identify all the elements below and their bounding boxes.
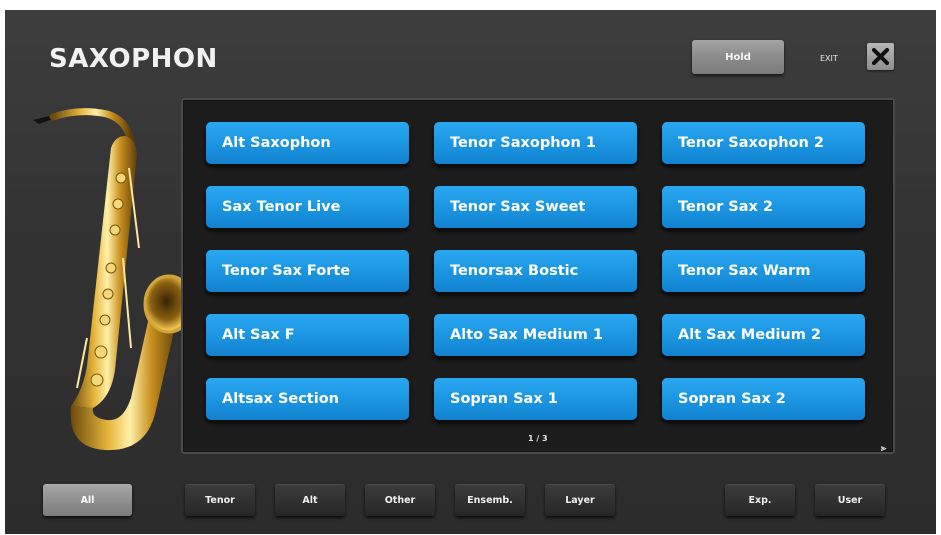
saxophone-illustration xyxy=(33,108,195,451)
category-other-button[interactable]: Other xyxy=(365,484,435,516)
expansion-button[interactable]: Exp. xyxy=(725,484,795,516)
voice-select-screen: SAXOPHON Hold EXIT Alt Saxophon Tenor Sa… xyxy=(5,10,936,534)
voice-button[interactable]: Tenor Saxophon 2 xyxy=(662,122,865,164)
voice-button[interactable]: Alt Sax Medium 2 xyxy=(662,314,865,356)
exit-label: EXIT xyxy=(820,54,838,63)
voice-button[interactable]: Tenor Sax Forte xyxy=(206,250,409,292)
next-page-icon[interactable]: ⪢ xyxy=(881,444,886,454)
category-all-button[interactable]: All xyxy=(43,484,132,516)
voice-button[interactable]: Tenor Sax Warm xyxy=(662,250,865,292)
page-title: SAXOPHON xyxy=(49,44,218,74)
voice-button[interactable]: Tenor Saxophon 1 xyxy=(434,122,637,164)
voice-button[interactable]: Sax Tenor Live xyxy=(206,186,409,228)
page-indicator: 1 / 3 xyxy=(528,434,548,443)
category-tenor-button[interactable]: Tenor xyxy=(185,484,255,516)
category-layer-button[interactable]: Layer xyxy=(545,484,615,516)
voice-button[interactable]: Tenor Sax Sweet xyxy=(434,186,637,228)
close-button[interactable] xyxy=(867,43,894,70)
voice-button[interactable]: Alt Sax F xyxy=(206,314,409,356)
voice-button[interactable]: Sopran Sax 2 xyxy=(662,378,865,420)
voice-button[interactable]: Alto Sax Medium 1 xyxy=(434,314,637,356)
category-ensemble-button[interactable]: Ensemb. xyxy=(455,484,525,516)
voice-button[interactable]: Altsax Section xyxy=(206,378,409,420)
user-button[interactable]: User xyxy=(815,484,885,516)
voice-button[interactable]: Tenorsax Bostic xyxy=(434,250,637,292)
close-x-icon xyxy=(872,48,889,65)
hold-button[interactable]: Hold xyxy=(692,40,784,74)
category-alt-button[interactable]: Alt xyxy=(275,484,345,516)
voice-button[interactable]: Alt Saxophon xyxy=(206,122,409,164)
voice-button[interactable]: Sopran Sax 1 xyxy=(434,378,637,420)
voice-button[interactable]: Tenor Sax 2 xyxy=(662,186,865,228)
